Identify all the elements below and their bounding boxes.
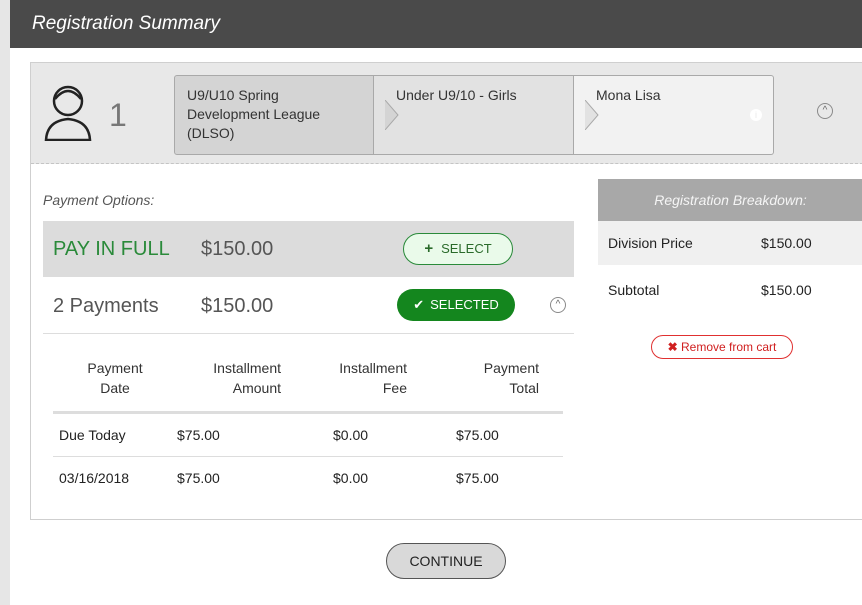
breakdown-title: Registration Breakdown:: [598, 179, 862, 221]
close-icon: ✖: [667, 340, 678, 354]
header-line: Fee: [382, 380, 407, 396]
header-line: Date: [100, 380, 130, 396]
breadcrumb-participant[interactable]: Mona Lisa i: [574, 75, 774, 155]
breakdown-row: Division Price $150.00: [598, 221, 862, 265]
selected-button-label: SELECTED: [430, 297, 499, 312]
payment-option-installments: 2 Payments $150.00 ✔ SELECTED ^: [43, 277, 574, 334]
chevron-up-icon[interactable]: ^: [550, 297, 566, 313]
table-cell-total: $75.00: [456, 427, 499, 443]
schedule-header-installment-fee: Installment Fee: [311, 358, 407, 398]
chevron-up-icon[interactable]: ^: [817, 103, 833, 119]
registrant-count: 1: [109, 97, 127, 133]
header-line: Payment: [87, 360, 143, 376]
title-bar: Registration Summary: [10, 0, 862, 48]
table-row: 03/16/2018 $75.00 $0.00 $75.00: [53, 457, 563, 499]
header-line: Payment: [483, 360, 539, 376]
table-cell-date: 03/16/2018: [59, 470, 130, 486]
breakdown-label: Division Price: [608, 235, 693, 251]
header-line: Installment: [213, 360, 281, 376]
table-row: Due Today $75.00 $0.00 $75.00: [53, 414, 563, 457]
header-line: Total: [509, 380, 539, 396]
breakdown-value: $150.00: [761, 282, 812, 298]
table-cell-total: $75.00: [456, 470, 499, 486]
select-button-label: SELECT: [441, 241, 492, 256]
checkmark-icon: ✔: [413, 297, 425, 312]
schedule-header-payment-total: Payment Total: [447, 358, 539, 398]
registrant-header: 1 U9/U10 Spring Development League (DLSO…: [31, 63, 862, 164]
breadcrumb-program[interactable]: U9/U10 Spring Development League (DLSO): [174, 75, 399, 155]
breakdown-label: Subtotal: [608, 282, 660, 298]
continue-button[interactable]: CONTINUE: [386, 543, 506, 579]
selected-button[interactable]: ✔ SELECTED: [397, 289, 515, 321]
remove-from-cart-label: Remove from cart: [681, 340, 777, 354]
table-cell-amount: $75.00: [177, 470, 220, 486]
registration-panel: 1 U9/U10 Spring Development League (DLSO…: [30, 62, 862, 520]
table-cell-amount: $75.00: [177, 427, 220, 443]
info-icon[interactable]: i: [750, 109, 762, 121]
schedule-header-payment-date: Payment Date: [79, 358, 151, 398]
breakdown-value: $150.00: [761, 235, 812, 251]
table-cell-fee: $0.00: [333, 470, 369, 486]
plus-icon: +: [424, 240, 434, 257]
payment-option-name: 2 Payments: [53, 295, 159, 317]
payment-option-name: PAY IN FULL: [53, 238, 170, 260]
breadcrumb-division-label: Under U9/10 - Girls: [396, 87, 517, 103]
breadcrumb-participant-label: Mona Lisa: [596, 87, 661, 103]
schedule-header-installment-amount: Installment Amount: [171, 358, 281, 398]
header-line: Installment: [339, 360, 407, 376]
breadcrumb-program-label: U9/U10 Spring Development League (DLSO): [187, 87, 321, 141]
header-line: Amount: [232, 380, 281, 396]
breakdown-row: Subtotal $150.00: [598, 268, 862, 312]
payment-option-amount: $150.00: [201, 295, 274, 317]
breadcrumb-division[interactable]: Under U9/10 - Girls: [374, 75, 599, 155]
payment-option-full: PAY IN FULL $150.00 + SELECT: [43, 221, 574, 277]
payment-options-label: Payment Options:: [43, 192, 155, 208]
table-cell-date: Due Today: [59, 427, 126, 443]
left-rail: [0, 0, 10, 605]
select-button[interactable]: + SELECT: [403, 233, 513, 265]
user-icon: [44, 85, 92, 141]
table-cell-fee: $0.00: [333, 427, 369, 443]
remove-from-cart-button[interactable]: ✖ Remove from cart: [651, 335, 793, 359]
payment-option-amount: $150.00: [201, 238, 274, 260]
page-title: Registration Summary: [32, 13, 220, 34]
